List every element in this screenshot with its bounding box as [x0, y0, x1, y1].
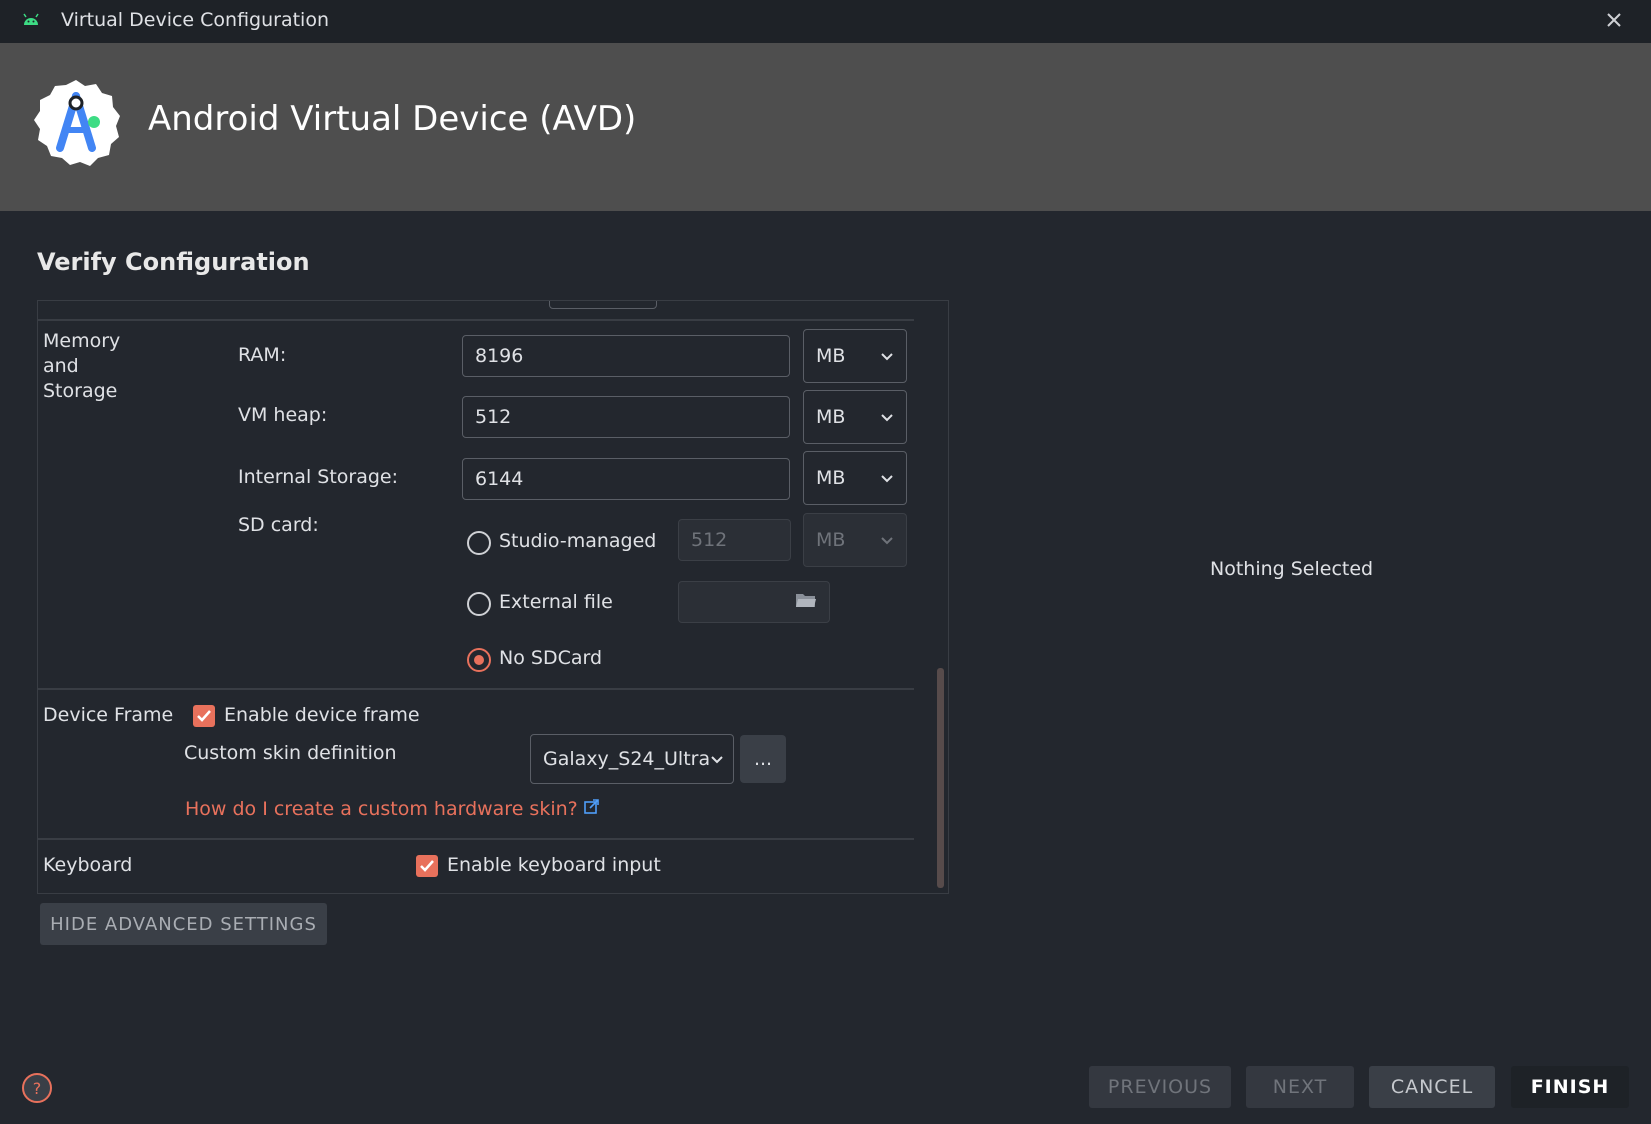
- title-bar: Virtual Device Configuration: [0, 0, 1651, 43]
- external-file-input[interactable]: [678, 581, 830, 623]
- next-button[interactable]: NEXT: [1246, 1066, 1354, 1108]
- vmheap-unit-select[interactable]: MB: [803, 390, 907, 444]
- internal-storage-unit-select[interactable]: MB: [803, 451, 907, 505]
- ram-label: RAM:: [238, 344, 287, 366]
- chevron-down-icon: [880, 345, 894, 367]
- chevron-down-icon: [880, 529, 894, 551]
- memory-group-label: Memory and Storage: [43, 330, 121, 402]
- finish-button[interactable]: FINISH: [1511, 1066, 1629, 1108]
- ram-unit-select[interactable]: MB: [803, 329, 907, 383]
- vmheap-unit-value: MB: [816, 406, 846, 428]
- ram-unit-value: MB: [816, 345, 846, 367]
- folder-icon[interactable]: [795, 591, 817, 614]
- device-frame-group-label: Device Frame: [43, 704, 174, 726]
- studio-managed-unit-select[interactable]: MB: [803, 513, 907, 567]
- browse-skin-button[interactable]: ...: [740, 735, 786, 783]
- chevron-down-icon: [880, 467, 894, 489]
- studio-managed-radio[interactable]: [467, 531, 491, 555]
- external-link-icon: [583, 798, 600, 820]
- divider: [38, 838, 914, 840]
- window-title: Virtual Device Configuration: [61, 9, 329, 31]
- android-studio-logo-icon: [32, 78, 120, 166]
- ram-input[interactable]: 8196: [462, 335, 790, 377]
- studio-managed-label: Studio-managed: [499, 530, 657, 552]
- banner-heading: Android Virtual Device (AVD): [148, 99, 637, 139]
- android-icon: [22, 12, 40, 31]
- chevron-down-icon: [710, 748, 724, 770]
- settings-panel[interactable]: Memory and Storage RAM: 8196 MB VM heap:…: [37, 300, 949, 894]
- clipped-control: [549, 301, 657, 309]
- close-icon[interactable]: [1602, 8, 1626, 32]
- header-banner: Android Virtual Device (AVD): [0, 43, 1651, 211]
- custom-skin-select[interactable]: Galaxy_S24_Ultra: [530, 734, 734, 784]
- divider: [38, 319, 914, 321]
- chevron-down-icon: [880, 406, 894, 428]
- enable-device-frame-label: Enable device frame: [224, 704, 420, 726]
- vmheap-label: VM heap:: [238, 404, 328, 426]
- hide-advanced-settings-button[interactable]: HIDE ADVANCED SETTINGS: [40, 903, 327, 945]
- internal-storage-input[interactable]: 6144: [462, 458, 790, 500]
- enable-keyboard-checkbox[interactable]: [416, 855, 438, 877]
- custom-skin-value: Galaxy_S24_Ultra: [543, 748, 711, 770]
- no-sdcard-label: No SDCard: [499, 647, 603, 669]
- internal-storage-label: Internal Storage:: [238, 466, 399, 488]
- help-icon[interactable]: ?: [22, 1073, 52, 1103]
- keyboard-group-label: Keyboard: [43, 854, 133, 876]
- custom-skin-label: Custom skin definition: [184, 742, 397, 764]
- internal-storage-unit-value: MB: [816, 467, 846, 489]
- page-title: Verify Configuration: [37, 248, 310, 276]
- no-sdcard-radio[interactable]: [467, 648, 491, 672]
- sdcard-label: SD card:: [238, 514, 319, 536]
- vmheap-input[interactable]: 512: [462, 396, 790, 438]
- custom-skin-help-link[interactable]: How do I create a custom hardware skin?: [185, 798, 600, 820]
- panel-scrollbar[interactable]: [937, 668, 944, 888]
- enable-keyboard-label: Enable keyboard input: [447, 854, 661, 876]
- external-file-label: External file: [499, 591, 613, 613]
- studio-managed-unit-value: MB: [816, 529, 846, 551]
- custom-skin-help-link-text: How do I create a custom hardware skin?: [185, 798, 578, 820]
- previous-button[interactable]: PREVIOUS: [1089, 1066, 1231, 1108]
- enable-device-frame-checkbox[interactable]: [193, 705, 215, 727]
- cancel-button[interactable]: CANCEL: [1369, 1066, 1495, 1108]
- divider: [38, 688, 914, 690]
- details-empty-text: Nothing Selected: [1210, 558, 1374, 580]
- external-file-radio[interactable]: [467, 592, 491, 616]
- studio-managed-size-input[interactable]: 512: [678, 519, 791, 561]
